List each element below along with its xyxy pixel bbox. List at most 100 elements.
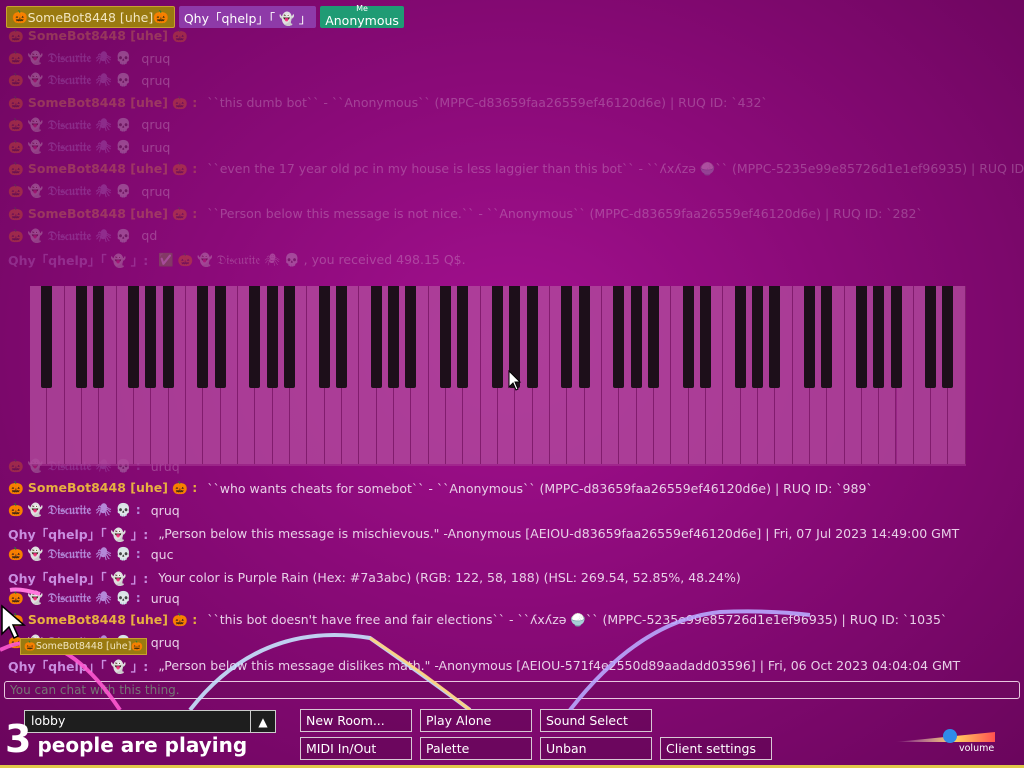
chat-text: qruq (141, 50, 171, 66)
piano-black-key[interactable] (613, 286, 625, 388)
piano-black-key[interactable] (491, 286, 503, 388)
piano-black-key[interactable] (249, 286, 261, 388)
piano-black-key[interactable] (283, 286, 295, 388)
piano-black-key[interactable] (214, 286, 226, 388)
piano-black-key[interactable] (439, 286, 451, 388)
piano-black-key[interactable] (855, 286, 867, 388)
chat-message: 🎃 SomeBot8448 [uhe] 🎃 : ``even the 17 yea… (8, 161, 1024, 177)
chat-nick[interactable]: 🎃 👻 𝔇𝔦𝔰𝔠𝔲𝔯𝔦𝔱𝔢 🕷 💀 (8, 72, 131, 88)
chat-text: qruq (141, 183, 171, 199)
piano-black-key[interactable] (526, 286, 538, 388)
mouse-cursor-icon (508, 370, 522, 391)
triangle-up-icon[interactable]: ▲ (250, 711, 275, 732)
piano-black-key[interactable] (405, 286, 417, 388)
chat-nick[interactable]: 🎃 👻 𝔇𝔦𝔰𝔠𝔲𝔯𝔦𝔱𝔢 🕷 💀 (8, 228, 131, 244)
piano-black-key[interactable] (890, 286, 902, 388)
chat-message: 🎃 SomeBot8448 [uhe] 🎃 : ``who wants cheat… (8, 480, 873, 496)
chat-text: qruq (150, 502, 180, 518)
chat-nick[interactable]: 🎃 SomeBot8448 [uhe] 🎃 (8, 28, 188, 44)
client-settings-button[interactable]: Client settings (660, 737, 772, 760)
chat-message: Qhy「qhelp」「 👻 」: ✅ 🎃 👻 𝔇𝔦𝔰𝔠𝔲𝔯𝔦𝔱𝔢 🕷 💀 , yo… (8, 250, 466, 269)
piano-black-key[interactable] (370, 286, 382, 388)
bottom-bar: lobby ▲ 3 people are playing New Room...… (0, 702, 1024, 768)
sound-select-button[interactable]: Sound Select (540, 709, 652, 732)
piano-keyboard[interactable] (30, 286, 966, 466)
piano-black-key[interactable] (769, 286, 781, 388)
chat-text: ``this dumb bot`` - ``Anonymous`` (MPPC-… (207, 95, 768, 111)
chat-message: 🎃 SomeBot8448 [uhe] 🎃 : ``this dumb bot``… (8, 95, 768, 111)
chat-nick[interactable]: 🎃 SomeBot8448 [uhe] 🎃 : (8, 95, 197, 111)
piano-black-key[interactable] (266, 286, 278, 388)
piano-black-key[interactable] (647, 286, 659, 388)
piano-black-key[interactable] (41, 286, 53, 388)
player-count: 3 people are playing (5, 720, 247, 758)
volume-knob[interactable] (943, 729, 957, 743)
unban-button[interactable]: Unban (540, 737, 652, 760)
user-badge-somebot[interactable]: 🎃 SomeBot8448 [uhe] 🎃 (6, 6, 175, 28)
remote-cursor-tag: 🎃 SomeBot8448 [uhe] 🎃 (20, 638, 148, 655)
chat-nick[interactable]: Qhy「qhelp」「 👻 」: (8, 524, 148, 543)
chat-nick[interactable]: 🎃 SomeBot8448 [uhe] 🎃 : (8, 206, 197, 222)
chat-message: 🎃 👻 𝔇𝔦𝔰𝔠𝔲𝔯𝔦𝔱𝔢 🕷 💀 : qruq (8, 502, 180, 518)
piano-black-key[interactable] (578, 286, 590, 388)
piano-black-key[interactable] (93, 286, 105, 388)
chat-text: ``Person below this message is not nice.… (207, 206, 923, 222)
chat-message: 🎃 👻 𝔇𝔦𝔰𝔠𝔲𝔯𝔦𝔱𝔢 🕷 💀 qruq (8, 117, 170, 133)
pumpkin-icon: 🎃 (153, 9, 169, 24)
piano-black-key[interactable] (734, 286, 746, 388)
chat-nick[interactable]: 🎃 SomeBot8448 [uhe] 🎃 : (8, 480, 197, 496)
chat-nick[interactable]: Qhy「qhelp」「 👻 」: (8, 250, 148, 269)
remote-cursor-icon (1, 604, 27, 640)
piano-black-key[interactable] (630, 286, 642, 388)
piano-black-key[interactable] (821, 286, 833, 388)
chat-message: 🎃 SomeBot8448 [uhe] 🎃 : ``Person below th… (8, 206, 923, 222)
chat-nick[interactable]: 🎃 SomeBot8448 [uhe] 🎃 : (8, 161, 197, 177)
user-name: SomeBot8448 [uhe] (27, 9, 154, 25)
palette-button[interactable]: Palette (420, 737, 532, 760)
player-count-label: people are playing (37, 733, 248, 757)
piano-black-key[interactable] (925, 286, 937, 388)
volume-slider[interactable]: volume (895, 729, 995, 754)
piano-black-key[interactable] (457, 286, 469, 388)
chat-nick[interactable]: 🎃 👻 𝔇𝔦𝔰𝔠𝔲𝔯𝔦𝔱𝔢 🕷 💀 (8, 50, 131, 66)
user-name: Qhy「qhelp」「 (183, 10, 276, 26)
midi-button[interactable]: MIDI In/Out (300, 737, 412, 760)
piano-black-key[interactable] (942, 286, 954, 388)
piano-black-key[interactable] (682, 286, 694, 388)
chat-nick[interactable]: 🎃 👻 𝔇𝔦𝔰𝔠𝔲𝔯𝔦𝔱𝔢 🕷 💀 : (8, 502, 141, 518)
piano-black-key[interactable] (387, 286, 399, 388)
piano-black-key[interactable] (803, 286, 815, 388)
volume-label: volume (959, 743, 995, 754)
piano-black-key[interactable] (127, 286, 139, 388)
pumpkin-icon: 🎃 (12, 9, 28, 24)
chat-text: ``even the 17 year old pc in my house is… (207, 161, 1024, 177)
piano-black-key[interactable] (335, 286, 347, 388)
pumpkin-icon: 🎃 (24, 641, 36, 652)
chat-message: 🎃 👻 𝔇𝔦𝔰𝔠𝔲𝔯𝔦𝔱𝔢 🕷 💀 uruq (8, 139, 170, 155)
piano-black-key[interactable] (197, 286, 209, 388)
me-label: Me (356, 4, 368, 13)
new-room-button[interactable]: New Room... (300, 709, 412, 732)
piano-black-key[interactable] (561, 286, 573, 388)
chat-nick[interactable]: 🎃 👻 𝔇𝔦𝔰𝔠𝔲𝔯𝔦𝔱𝔢 🕷 💀 (8, 183, 131, 199)
piano-black-key[interactable] (873, 286, 885, 388)
piano-black-key[interactable] (318, 286, 330, 388)
piano-black-key[interactable] (699, 286, 711, 388)
player-count-number: 3 (5, 717, 32, 761)
chat-message: 🎃 👻 𝔇𝔦𝔰𝔠𝔲𝔯𝔦𝔱𝔢 🕷 💀 qruq (8, 183, 170, 199)
chat-text: ``who wants cheats for somebot`` - ``Ano… (207, 480, 873, 496)
chat-text: uruq (141, 139, 171, 155)
chat-nick[interactable]: 🎃 👻 𝔇𝔦𝔰𝔠𝔲𝔯𝔦𝔱𝔢 🕷 💀 (8, 117, 131, 133)
piano-black-key[interactable] (75, 286, 87, 388)
chat-text: qruq (141, 117, 171, 133)
piano-black-key[interactable] (751, 286, 763, 388)
piano-black-key[interactable] (162, 286, 174, 388)
user-list: 🎃 SomeBot8448 [uhe] 🎃 Qhy「qhelp」「 👻 」 Me… (6, 4, 404, 28)
chat-message: Qhy「qhelp」「 👻 」: „Person below this messa… (8, 524, 959, 543)
play-alone-button[interactable]: Play Alone (420, 709, 532, 732)
user-badge-me[interactable]: Me Anonymous (320, 4, 404, 28)
piano-black-key[interactable] (145, 286, 157, 388)
chat-message: 🎃 SomeBot8448 [uhe] 🎃 (8, 28, 198, 44)
chat-nick[interactable]: 🎃 👻 𝔇𝔦𝔰𝔠𝔲𝔯𝔦𝔱𝔢 🕷 💀 (8, 139, 131, 155)
user-badge-qhy[interactable]: Qhy「qhelp」「 👻 」 (178, 6, 317, 28)
